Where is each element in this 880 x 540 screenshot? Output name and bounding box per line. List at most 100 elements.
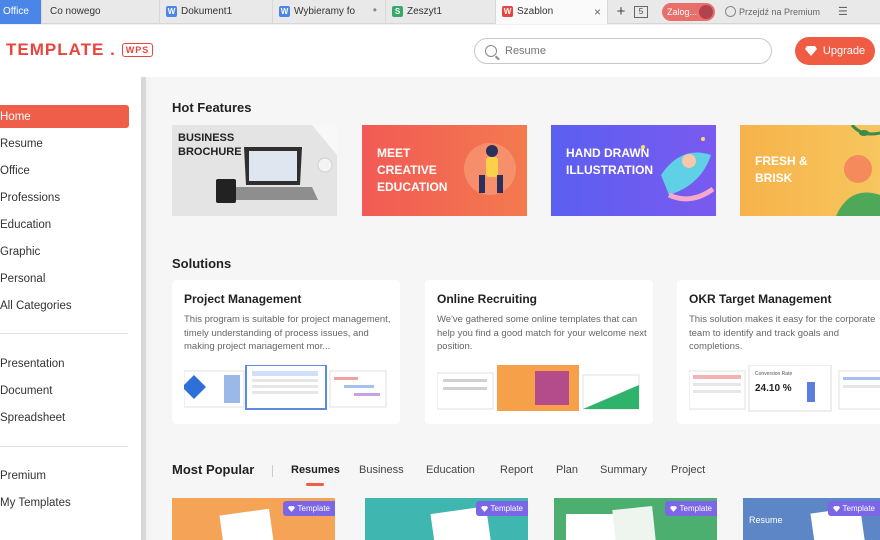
solution-card-project-management[interactable]: Project Management This program is suita…	[172, 280, 400, 424]
project-template-preview	[184, 365, 387, 410]
sidebar-divider	[0, 446, 128, 447]
tab-label: Szablon	[517, 6, 554, 17]
solution-card-okr-target-management[interactable]: OKR Target Management This solution make…	[677, 280, 880, 424]
new-tab-button[interactable]: +	[608, 3, 634, 20]
premium-link[interactable]: Przejdź na Premium	[725, 6, 820, 17]
wps-template-icon: W	[502, 6, 513, 17]
sidebar-item-label: All Categories	[0, 299, 72, 312]
sidebar-item-label: Spreadsheet	[0, 411, 66, 424]
diamond-icon	[480, 505, 488, 512]
recruiting-template-preview	[437, 365, 640, 411]
solution-description: We've gathered some online templates tha…	[437, 314, 647, 352]
solution-card-online-recruiting[interactable]: Online Recruiting We've gathered some on…	[425, 280, 653, 424]
sidebar-item-label: My Templates	[0, 496, 71, 509]
tab-label: Office	[3, 6, 29, 17]
template-badge: Template	[282, 501, 335, 516]
sidebar-item-label: Presentation	[0, 357, 65, 370]
upgrade-label: Upgrade	[822, 45, 866, 57]
tab-resumes[interactable]: Resumes	[291, 464, 340, 476]
hot-features-title: Hot Features	[172, 100, 252, 115]
diamond-icon	[804, 46, 817, 56]
sidebar-item-label: Premium	[0, 469, 47, 482]
avatar	[699, 4, 713, 19]
spreadsheet-icon: S	[392, 6, 403, 17]
sidebar-item-professions[interactable]: Professions	[0, 186, 129, 209]
solution-description: This program is suitable for project man…	[184, 314, 391, 352]
template-card-text: Resume	[749, 515, 783, 525]
sidebar-item-label: Document	[0, 384, 53, 397]
sidebar-item-all-categories[interactable]: All Categories	[0, 294, 129, 317]
sidebar-item-office[interactable]: Office	[0, 159, 129, 182]
solution-title: Project Management	[184, 292, 302, 306]
active-tab-indicator	[306, 483, 324, 486]
tab-business[interactable]: Business	[359, 464, 404, 476]
tab-label: Zeszyt1	[407, 6, 443, 17]
tab-divider	[272, 465, 273, 477]
tab-szablon[interactable]: W Szablon ×	[496, 0, 608, 24]
template-card[interactable]: Template	[554, 498, 717, 540]
solution-title: Online Recruiting	[437, 292, 538, 306]
okr-chart-bar	[807, 382, 815, 402]
tab-zeszyt1[interactable]: S Zeszyt1	[386, 0, 496, 24]
hot-card-business-brochure[interactable]: BUSINESS BROCHURE	[172, 125, 337, 216]
tab-summary[interactable]: Summary	[600, 464, 647, 476]
template-badge: Template	[827, 501, 880, 516]
upgrade-button[interactable]: Upgrade	[795, 37, 875, 65]
sidebar-item-label: Personal	[0, 272, 46, 285]
education-illustration	[464, 143, 516, 195]
search-input[interactable]	[505, 45, 745, 57]
login-label: Zalog...	[667, 6, 698, 17]
sidebar-item-label: Education	[0, 218, 52, 231]
login-button[interactable]: Zalog...	[662, 2, 715, 21]
tab-count-button[interactable]: 5	[634, 5, 648, 18]
sidebar-item-my-templates[interactable]: My Templates	[0, 491, 129, 514]
sidebar-item-premium[interactable]: Premium	[0, 464, 129, 487]
premium-icon	[725, 6, 736, 17]
tab-project[interactable]: Project	[671, 464, 705, 476]
template-card[interactable]: Template	[365, 498, 528, 540]
okr-chart-value: 24.10 %	[755, 383, 792, 394]
sidebar-item-presentation[interactable]: Presentation	[0, 352, 129, 375]
hot-card-creative-education[interactable]: MEET CREATIVE EDUCATION	[362, 125, 527, 216]
sidebar-item-personal[interactable]: Personal	[0, 267, 129, 290]
logo-badge: WPS	[121, 43, 154, 57]
sidebar-item-label: Home	[0, 110, 31, 123]
tab-plan[interactable]: Plan	[556, 464, 578, 476]
search-icon	[485, 45, 497, 57]
template-badge-label: Template	[679, 504, 712, 513]
tab-office[interactable]: Office	[0, 0, 42, 24]
close-icon[interactable]: ×	[594, 5, 601, 19]
sidebar-item-home[interactable]: Home	[0, 105, 129, 128]
laptop-illustration	[216, 125, 337, 203]
tab-dokument1[interactable]: W Dokument1	[160, 0, 273, 24]
template-card[interactable]: Resume Template	[743, 498, 880, 540]
sidebar-item-label: Resume	[0, 137, 43, 150]
menu-icon[interactable]: ☰	[838, 5, 848, 18]
tab-wybieramy[interactable]: W Wybieramy fo •	[273, 0, 386, 24]
tab-report[interactable]: Report	[500, 464, 533, 476]
sidebar-item-resume[interactable]: Resume	[0, 132, 129, 155]
tab-label: Co nowego	[50, 6, 101, 17]
sidebar-item-document[interactable]: Document	[0, 379, 129, 402]
sidebar-item-education[interactable]: Education	[0, 213, 129, 236]
main-content: Hot Features BUSINESS BROCHURE MEET CREA…	[151, 77, 880, 540]
tab-label: Dokument1	[181, 6, 233, 17]
hot-card-hand-drawn-illustration[interactable]: HAND DRAWN ILLUSTRATION	[551, 125, 716, 216]
premium-link-label: Przejdź na Premium	[739, 6, 821, 17]
template-badge-label: Template	[842, 504, 875, 513]
diamond-icon	[669, 505, 677, 512]
template-logo[interactable]: TEMPLATE . WPS	[6, 40, 154, 60]
sidebar-item-label: Professions	[0, 191, 61, 204]
template-badge: Template	[664, 501, 717, 516]
tab-education[interactable]: Education	[426, 464, 475, 476]
tab-co-nowego[interactable]: Co nowego	[42, 0, 160, 24]
logo-text: TEMPLATE .	[6, 40, 116, 59]
template-card[interactable]: Template	[172, 498, 335, 540]
template-badge-label: Template	[297, 504, 330, 513]
hot-card-fresh-brisk[interactable]: FRESH & BRISK	[740, 125, 880, 216]
diamond-icon	[832, 505, 840, 512]
search-box[interactable]	[474, 38, 772, 64]
sidebar-item-graphic[interactable]: Graphic	[0, 240, 129, 263]
sidebar-item-spreadsheet[interactable]: Spreadsheet	[0, 406, 129, 429]
diamond-icon	[287, 505, 295, 512]
